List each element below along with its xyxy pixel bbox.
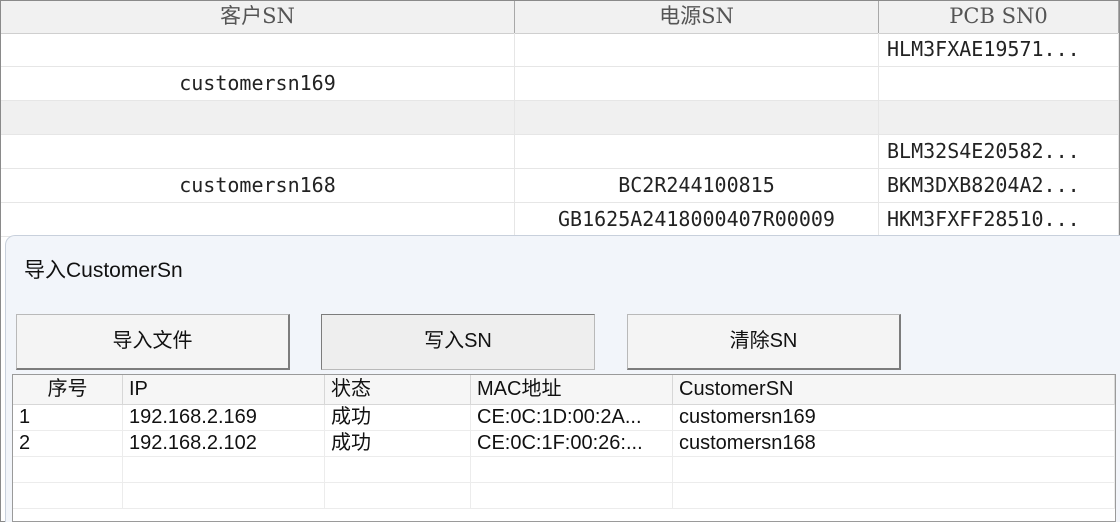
cell-status: [325, 483, 471, 509]
result-list-body: 1 192.168.2.169 成功 CE:0C:1D:00:2A... custome…: [13, 405, 1115, 509]
table-row[interactable]: GB1625A2418000407R00009 HKM3FXFF28510...: [1, 203, 1119, 237]
cell-status: [325, 457, 471, 483]
cell-customer-sn: [1, 101, 515, 135]
background-table-header: 客户SN 电源SN PCB SN0: [1, 1, 1119, 34]
cell-customer-sn: [1, 33, 515, 67]
column-header-ip[interactable]: IP: [123, 375, 325, 405]
cell-pcb-sn0: HLM3FXAE19571...: [879, 33, 1119, 67]
cell-ip: [123, 457, 325, 483]
import-file-button[interactable]: 导入文件: [16, 314, 290, 370]
result-list[interactable]: 序号 IP 状态 MAC地址 CustomerSN 1 192.168.2.169…: [12, 374, 1116, 522]
cell-customer-sn: customersn168: [673, 431, 1115, 457]
table-row[interactable]: customersn169: [1, 67, 1119, 101]
background-table: 客户SN 电源SN PCB SN0 HLM3FXAE19571... custom…: [1, 1, 1119, 237]
cell-pcb-sn0: [879, 67, 1119, 101]
cell-ip: 192.168.2.169: [123, 405, 325, 431]
cell-power-sn: [515, 67, 879, 101]
column-header-status[interactable]: 状态: [325, 375, 471, 405]
table-row[interactable]: HLM3FXAE19571...: [1, 33, 1119, 67]
cell-mac: CE:0C:1D:00:2A...: [471, 405, 673, 431]
cell-pcb-sn0: HKM3FXFF28510...: [879, 203, 1119, 237]
cell-mac: [471, 457, 673, 483]
cell-power-sn: [515, 135, 879, 169]
clear-sn-button[interactable]: 清除SN: [627, 314, 901, 370]
cell-customer-sn: [1, 135, 515, 169]
cell-index: 1: [13, 405, 123, 431]
cell-pcb-sn0: BKM3DXB8204A2...: [879, 169, 1119, 203]
cell-status: 成功: [325, 431, 471, 457]
cell-mac: CE:0C:1F:00:26:...: [471, 431, 673, 457]
column-header-index[interactable]: 序号: [13, 375, 123, 405]
cell-power-sn: BC2R244100815: [515, 169, 879, 203]
cell-customer-sn: [1, 203, 515, 237]
cell-index: [13, 457, 123, 483]
cell-mac: [471, 483, 673, 509]
cell-pcb-sn0: [879, 101, 1119, 135]
result-list-header: 序号 IP 状态 MAC地址 CustomerSN: [13, 375, 1115, 405]
cell-customer-sn: customersn169: [1, 67, 515, 101]
cell-power-sn: GB1625A2418000407R00009: [515, 203, 879, 237]
cell-index: [13, 483, 123, 509]
table-row[interactable]: [1, 101, 1119, 135]
cell-status: 成功: [325, 405, 471, 431]
cell-ip: 192.168.2.102: [123, 431, 325, 457]
cell-customer-sn: customersn169: [673, 405, 1115, 431]
table-row[interactable]: customersn168 BC2R244100815 BKM3DXB8204A2.…: [1, 169, 1119, 203]
cell-power-sn: [515, 101, 879, 135]
cell-ip: [123, 483, 325, 509]
column-header-customer-sn[interactable]: 客户SN: [1, 1, 515, 33]
column-header-pcb-sn0[interactable]: PCB SN0: [879, 1, 1119, 33]
cell-customer-sn: [673, 483, 1115, 509]
column-header-customer-sn[interactable]: CustomerSN: [673, 375, 1115, 405]
write-sn-button[interactable]: 写入SN: [321, 314, 595, 370]
cell-customer-sn: customersn168: [1, 169, 515, 203]
app-window: 客户SN 电源SN PCB SN0 HLM3FXAE19571... custom…: [0, 0, 1120, 522]
cell-customer-sn: [673, 457, 1115, 483]
column-header-power-sn[interactable]: 电源SN: [515, 1, 879, 33]
list-item[interactable]: [13, 483, 1115, 509]
list-item[interactable]: 2 192.168.2.102 成功 CE:0C:1F:00:26:... custom…: [13, 431, 1115, 457]
table-row[interactable]: BLM32S4E20582...: [1, 135, 1119, 169]
cell-power-sn: [515, 33, 879, 67]
cell-pcb-sn0: BLM32S4E20582...: [879, 135, 1119, 169]
column-header-mac[interactable]: MAC地址: [471, 375, 673, 405]
dialog-title: 导入CustomerSn: [24, 259, 183, 282]
background-table-body: HLM3FXAE19571... customersn169 BLM32S4E205…: [1, 33, 1119, 237]
list-item[interactable]: 1 192.168.2.169 成功 CE:0C:1D:00:2A... custome…: [13, 405, 1115, 431]
list-item[interactable]: [13, 457, 1115, 483]
import-customer-sn-dialog: 导入CustomerSn 导入文件 写入SN 清除SN 序号 IP 状态 MAC…: [5, 235, 1120, 522]
cell-index: 2: [13, 431, 123, 457]
